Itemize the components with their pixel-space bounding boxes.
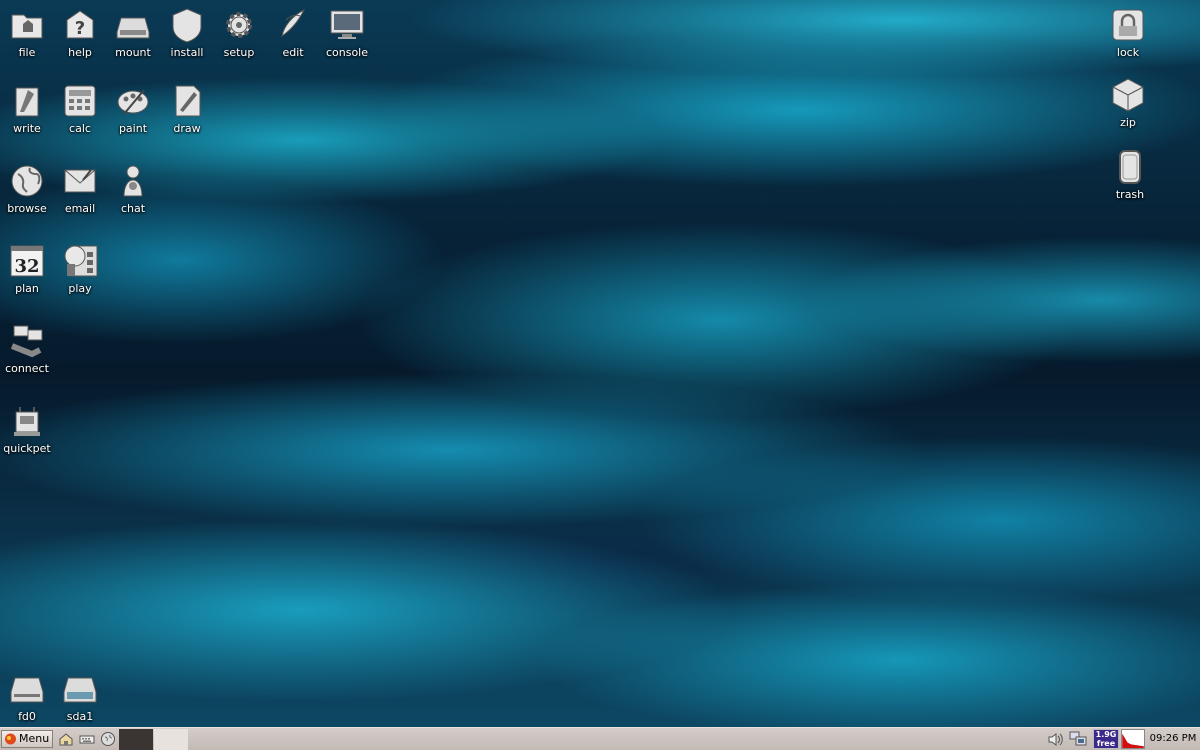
connect-launcher[interactable]: connect: [0, 322, 54, 375]
plan-label: plan: [15, 282, 39, 295]
mount-label: mount: [115, 46, 151, 59]
volume-icon[interactable]: [1046, 731, 1064, 748]
floppy-drive-icon: [8, 670, 46, 708]
puppy-logo-icon: [4, 733, 17, 745]
browse-launcher[interactable]: browse: [0, 162, 54, 215]
trash-label: trash: [1115, 188, 1145, 201]
connect-label: connect: [5, 362, 49, 375]
write-icon: [8, 82, 46, 120]
monitor-icon: [328, 6, 366, 44]
edit-label: edit: [282, 46, 304, 59]
browser-launcher-icon[interactable]: [100, 731, 116, 747]
network-status-icon[interactable]: [1069, 731, 1087, 748]
home-launcher-icon[interactable]: [58, 731, 74, 747]
lock-icon: [1109, 6, 1147, 44]
palette-icon: [114, 82, 152, 120]
free-space-value: 1.9G: [1095, 730, 1117, 739]
shield-icon: [168, 6, 206, 44]
trash-icon: [1111, 148, 1149, 186]
free-space-label: free: [1096, 739, 1116, 748]
keyboard-launcher-icon[interactable]: [79, 731, 95, 747]
taskbar-slot[interactable]: [154, 729, 188, 750]
install-label: install: [170, 46, 204, 59]
network-icon: [8, 322, 46, 360]
help-launcher[interactable]: ? help: [53, 6, 107, 59]
globe-icon: [8, 162, 46, 200]
install-launcher[interactable]: install: [160, 6, 214, 59]
setup-launcher[interactable]: setup: [212, 6, 266, 59]
fd0-label: fd0: [18, 710, 36, 723]
file-label: file: [18, 46, 36, 59]
clock[interactable]: 09:26 PM: [1148, 730, 1198, 748]
sda1-label: sda1: [66, 710, 94, 723]
chat-label: chat: [120, 202, 146, 215]
setup-label: setup: [223, 46, 255, 59]
hard-drive-icon: [61, 670, 99, 708]
envelope-icon: [61, 162, 99, 200]
plan-launcher[interactable]: 32 plan: [0, 242, 54, 295]
menu-label: Menu: [19, 732, 50, 745]
quickpet-launcher[interactable]: quickpet: [0, 402, 54, 455]
package-robot-icon: [8, 402, 46, 440]
free-space-indicator[interactable]: 1.9G free: [1093, 729, 1119, 749]
paint-launcher[interactable]: paint: [106, 82, 160, 135]
paint-label: paint: [118, 122, 148, 135]
sda1-drive[interactable]: sda1: [53, 670, 107, 723]
lock-launcher[interactable]: lock: [1101, 6, 1155, 59]
people-icon: [114, 162, 152, 200]
calendar-date: 32: [14, 256, 39, 277]
calc-launcher[interactable]: calc: [53, 82, 107, 135]
help-icon: ?: [61, 6, 99, 44]
console-launcher[interactable]: console: [320, 6, 374, 59]
play-launcher[interactable]: play: [53, 242, 107, 295]
taskbar: Menu 1.9G free 09:26 PM: [0, 727, 1200, 750]
draw-launcher[interactable]: draw: [160, 82, 214, 135]
edit-launcher[interactable]: edit: [266, 6, 320, 59]
calc-label: calc: [69, 122, 91, 135]
calculator-icon: [61, 82, 99, 120]
write-label: write: [13, 122, 41, 135]
email-label: email: [64, 202, 96, 215]
calendar-icon: 32: [8, 242, 46, 280]
draw-label: draw: [173, 122, 201, 135]
zip-label: zip: [1120, 116, 1136, 129]
browse-label: browse: [7, 202, 47, 215]
play-label: play: [68, 282, 92, 295]
fd0-drive[interactable]: fd0: [0, 670, 54, 723]
write-launcher[interactable]: write: [0, 82, 54, 135]
file-icon-launcher[interactable]: file: [0, 6, 54, 59]
email-launcher[interactable]: email: [53, 162, 107, 215]
drive-icon: [114, 6, 152, 44]
lock-label: lock: [1116, 46, 1140, 59]
archive-box-icon: [1109, 76, 1147, 114]
svg-text:?: ?: [75, 18, 85, 39]
menu-button[interactable]: Menu: [1, 730, 53, 748]
draw-icon: [168, 82, 206, 120]
mount-launcher[interactable]: mount: [106, 6, 160, 59]
chat-launcher[interactable]: chat: [106, 162, 160, 215]
help-label: help: [68, 46, 92, 59]
taskbar-slot[interactable]: [119, 729, 153, 750]
cpu-load-graph[interactable]: [1121, 729, 1145, 749]
desktop: file ? help mount install setup edit con…: [0, 0, 1200, 750]
gear-icon: [220, 6, 258, 44]
quickpet-label: quickpet: [3, 442, 51, 455]
folder-icon: [8, 6, 46, 44]
media-player-icon: [61, 242, 99, 280]
console-label: console: [325, 46, 369, 59]
pen-paper-icon: [274, 6, 312, 44]
trash-launcher[interactable]: trash: [1103, 148, 1157, 201]
zip-launcher[interactable]: zip: [1101, 76, 1155, 129]
